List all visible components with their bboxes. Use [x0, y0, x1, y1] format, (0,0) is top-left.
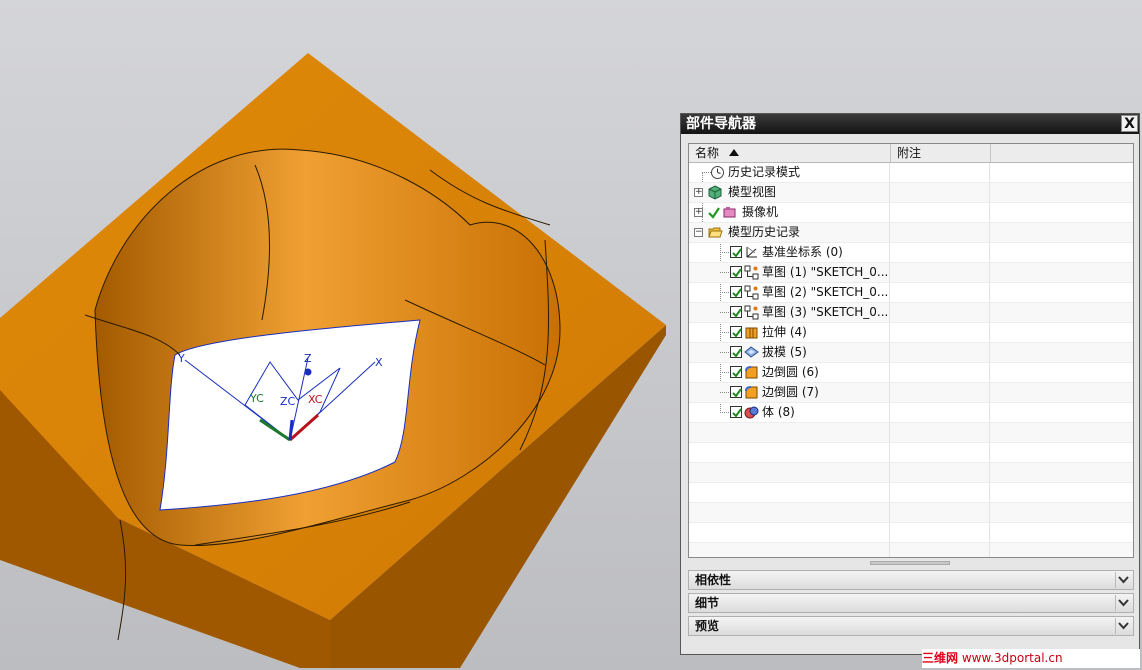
- axis-label-x: X: [375, 356, 383, 369]
- navigator-titlebar: 部件导航器 X: [681, 114, 1139, 134]
- axis-label-zc: ZC: [280, 395, 296, 408]
- part-navigator-panel: 部件导航器 X 名称 附注 历史记录模式 + 模型视图 + 摄像机 − 模型历史…: [680, 113, 1140, 655]
- axis-label-z: Z: [304, 352, 312, 365]
- camera-icon: [722, 205, 737, 220]
- checkbox[interactable]: [730, 286, 742, 298]
- column-header-name[interactable]: 名称: [689, 144, 891, 162]
- tree-rows: 历史记录模式 + 模型视图 + 摄像机 − 模型历史记录 基准坐标系 (0) 草…: [689, 163, 1133, 557]
- edge-blend-icon: [744, 365, 759, 380]
- axis-label-y: Y: [177, 352, 185, 365]
- checkmark-icon: [708, 205, 720, 220]
- axis-label-yc: YC: [249, 392, 264, 405]
- tree-row-cameras[interactable]: + 摄像机: [689, 203, 1133, 223]
- checkbox[interactable]: [730, 386, 742, 398]
- checkbox[interactable]: [730, 326, 742, 338]
- tree-row-edge-blend-7[interactable]: 边倒圆 (7): [689, 383, 1133, 403]
- checkbox[interactable]: [730, 306, 742, 318]
- tree-row-sketch-3[interactable]: 草图 (3) "SKETCH_0...: [689, 303, 1133, 323]
- checkbox[interactable]: [730, 346, 742, 358]
- tree-row-model-views[interactable]: + 模型视图: [689, 183, 1133, 203]
- chevron-down-icon[interactable]: [1115, 618, 1131, 634]
- tree-row-body[interactable]: 体 (8): [689, 403, 1133, 423]
- tree-header: 名称 附注: [689, 144, 1133, 163]
- sketch-icon: [744, 305, 759, 320]
- body-icon: [744, 405, 759, 420]
- tree-row-datum-csys[interactable]: 基准坐标系 (0): [689, 243, 1133, 263]
- panel-splitter[interactable]: [688, 560, 1134, 566]
- chevron-down-icon[interactable]: [1115, 572, 1131, 588]
- checkbox[interactable]: [730, 246, 742, 258]
- checkbox[interactable]: [730, 406, 742, 418]
- panel-dependencies[interactable]: 相依性: [688, 570, 1134, 590]
- splitter-grip[interactable]: [870, 561, 950, 565]
- edge-blend-icon: [744, 385, 759, 400]
- folder-open-icon: [708, 225, 723, 240]
- panel-details[interactable]: 细节: [688, 593, 1134, 613]
- tree-row-sketch-1[interactable]: 草图 (1) "SKETCH_0...: [689, 263, 1133, 283]
- model-views-icon: [708, 185, 723, 200]
- extrude-icon: [744, 325, 759, 340]
- expand-icon[interactable]: +: [694, 208, 703, 217]
- close-button[interactable]: X: [1121, 115, 1138, 132]
- datum-csys-icon: [744, 245, 759, 260]
- column-header-note[interactable]: 附注: [891, 144, 991, 162]
- panel-preview[interactable]: 预览: [688, 616, 1134, 636]
- clock-icon: [710, 165, 725, 180]
- navigator-tree[interactable]: 名称 附注 历史记录模式 + 模型视图 + 摄像机 − 模型历史记录 基准坐标系…: [688, 143, 1134, 558]
- site-watermark: 三维网 www.3dportal.cn: [922, 649, 1140, 668]
- sketch-icon: [744, 265, 759, 280]
- expand-icon[interactable]: +: [694, 188, 703, 197]
- tree-row-draft[interactable]: 拔模 (5): [689, 343, 1133, 363]
- sort-ascending-icon: [729, 149, 740, 156]
- axis-label-xc: XC: [308, 393, 323, 406]
- checkbox[interactable]: [730, 366, 742, 378]
- tree-row-model-history[interactable]: − 模型历史记录: [689, 223, 1133, 243]
- chevron-down-icon[interactable]: [1115, 595, 1131, 611]
- draft-icon: [744, 345, 759, 360]
- tree-row-sketch-2[interactable]: 草图 (2) "SKETCH_0...: [689, 283, 1133, 303]
- tree-row-extrude[interactable]: 拉伸 (4): [689, 323, 1133, 343]
- orange-part-model[interactable]: [0, 53, 666, 668]
- tree-row-edge-blend-6[interactable]: 边倒圆 (6): [689, 363, 1133, 383]
- navigator-title: 部件导航器: [686, 116, 756, 132]
- collapse-icon[interactable]: −: [694, 228, 703, 237]
- sketch-icon: [744, 285, 759, 300]
- tree-row-history-mode[interactable]: 历史记录模式: [689, 163, 1133, 183]
- checkbox[interactable]: [730, 266, 742, 278]
